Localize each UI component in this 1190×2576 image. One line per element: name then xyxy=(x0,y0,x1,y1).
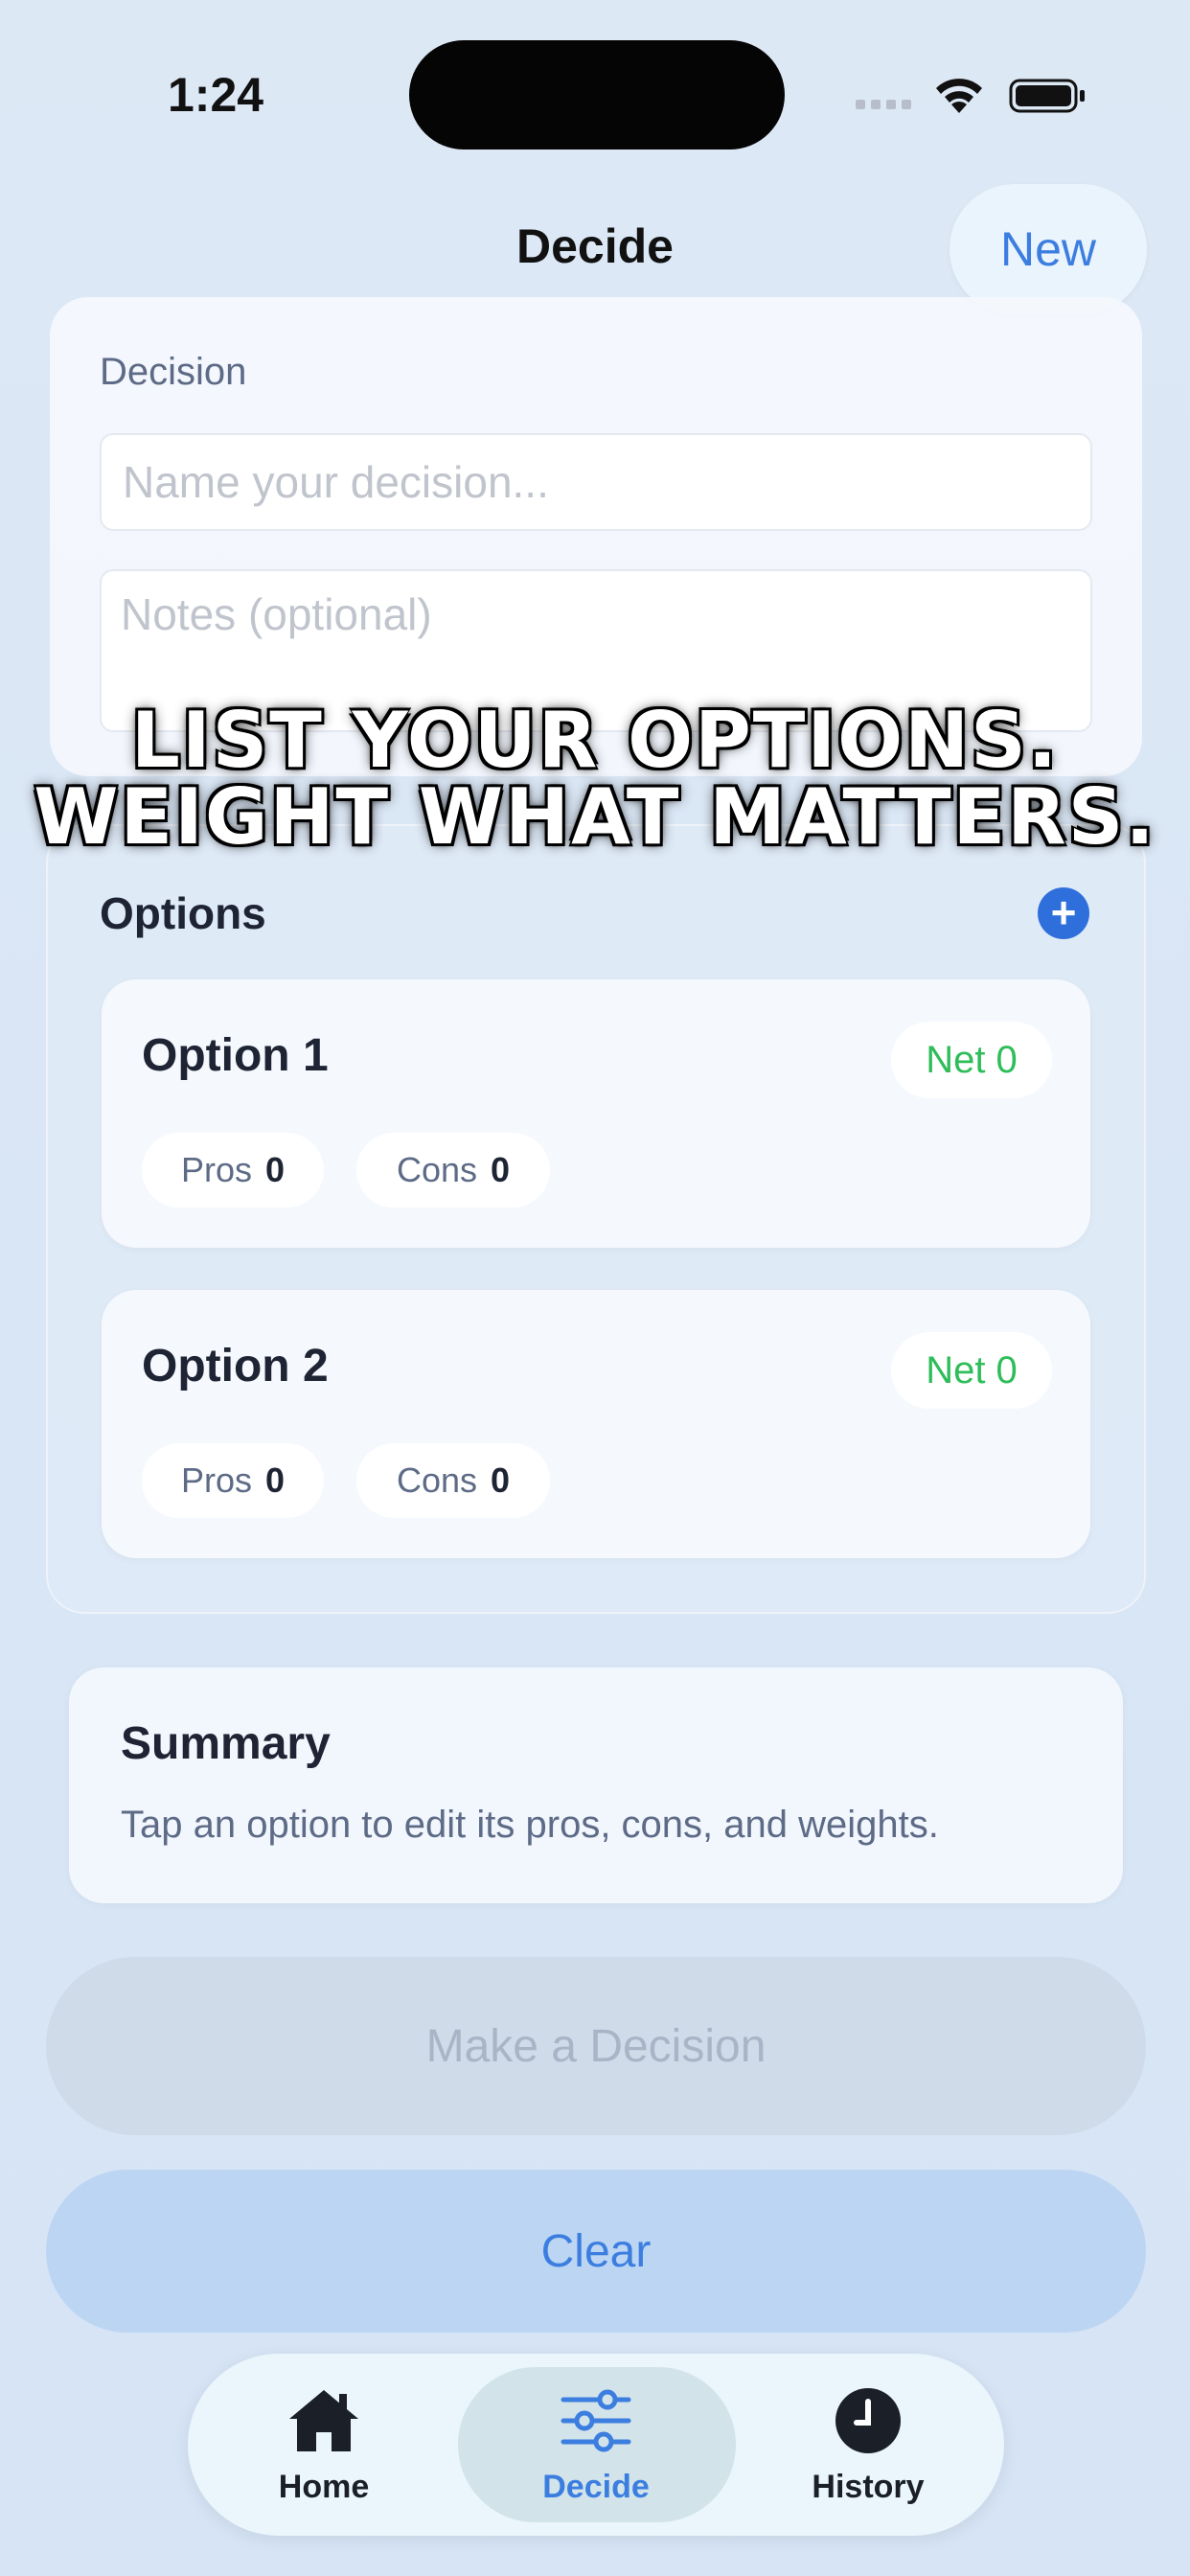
net-score-badge: Net 0 xyxy=(891,1332,1052,1409)
option-card[interactable]: Option 2 Net 0 Pros 0 Cons 0 xyxy=(102,1290,1090,1558)
overlay-caption-line2: WEIGHT WHAT MATTERS. xyxy=(34,772,1156,862)
summary-card: Summary Tap an option to edit its pros, … xyxy=(69,1668,1123,1903)
cellular-signal-icon xyxy=(856,100,911,109)
decision-label: Decision xyxy=(100,351,247,393)
tab-home-label: Home xyxy=(278,2469,370,2505)
pros-count-pill: Pros 0 xyxy=(142,1443,324,1518)
tab-history[interactable]: History xyxy=(732,2354,1004,2536)
pros-label: Pros xyxy=(180,1150,252,1189)
tab-decide[interactable]: Decide xyxy=(460,2354,732,2536)
decision-name-input[interactable] xyxy=(100,433,1092,531)
pros-count: 0 xyxy=(265,1460,286,1500)
cons-label: Cons xyxy=(396,1460,477,1500)
net-score-badge: Net 0 xyxy=(891,1022,1052,1098)
cons-count-pill: Cons 0 xyxy=(356,1133,550,1208)
tab-home[interactable]: Home xyxy=(188,2354,460,2536)
add-option-icon[interactable]: + xyxy=(1038,887,1089,939)
pros-label: Pros xyxy=(180,1460,252,1500)
options-title: Options xyxy=(100,888,266,938)
sliders-icon xyxy=(561,2389,631,2452)
tab-bar: Home Decide History xyxy=(188,2354,1004,2536)
house-icon xyxy=(289,2390,358,2451)
status-time: 1:24 xyxy=(168,68,264,122)
pros-count-pill: Pros 0 xyxy=(142,1133,324,1208)
cons-label: Cons xyxy=(396,1150,477,1189)
battery-icon xyxy=(1009,79,1085,113)
wifi-icon xyxy=(936,79,982,113)
tab-decide-label: Decide xyxy=(542,2469,650,2505)
option-title: Option 1 xyxy=(142,1030,329,1081)
option-title: Option 2 xyxy=(142,1341,329,1392)
pros-count: 0 xyxy=(265,1150,286,1189)
new-button[interactable]: New xyxy=(950,184,1147,314)
make-decision-button[interactable]: Make a Decision xyxy=(46,1957,1146,2135)
summary-title: Summary xyxy=(121,1718,331,1769)
clear-button[interactable]: Clear xyxy=(46,2170,1146,2333)
cons-count: 0 xyxy=(491,1460,511,1500)
status-icons xyxy=(856,79,1085,113)
clock-icon xyxy=(835,2388,901,2453)
dynamic-island xyxy=(409,40,785,150)
cons-count-pill: Cons 0 xyxy=(356,1443,550,1518)
option-card[interactable]: Option 1 Net 0 Pros 0 Cons 0 xyxy=(102,979,1090,1248)
summary-text: Tap an option to edit its pros, cons, an… xyxy=(121,1804,939,1846)
tab-history-label: History xyxy=(812,2469,925,2505)
cons-count: 0 xyxy=(491,1150,511,1189)
